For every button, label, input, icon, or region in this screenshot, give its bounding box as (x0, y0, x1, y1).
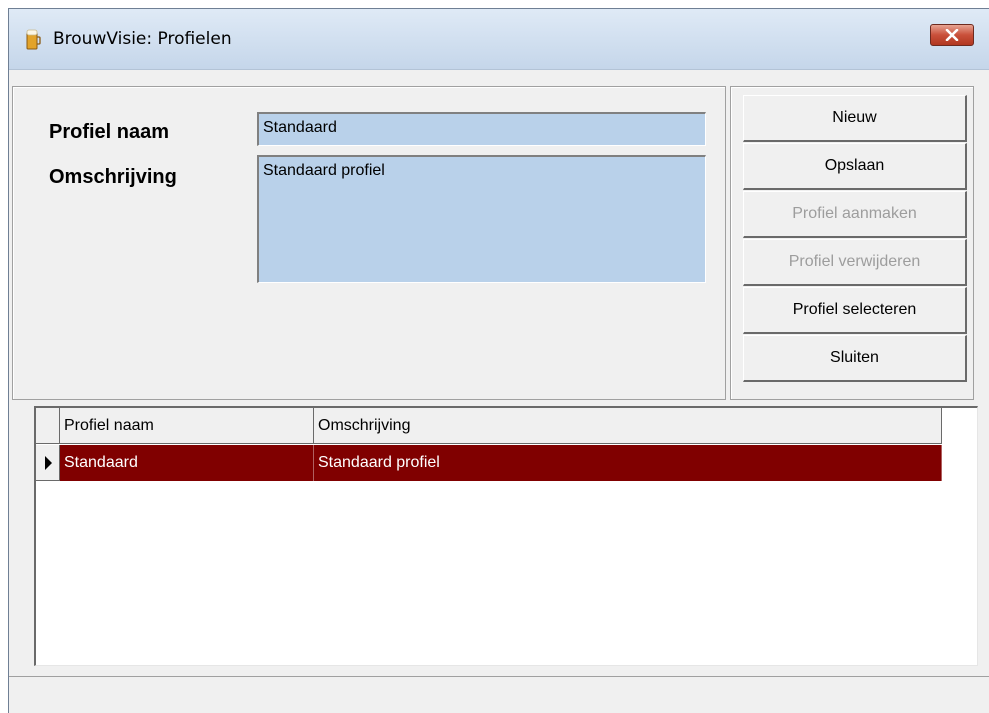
status-bar (9, 676, 989, 713)
title-bar[interactable]: BrouwVisie: Profielen (9, 9, 989, 70)
current-row-arrow-icon (45, 456, 52, 470)
profiles-grid[interactable]: Profiel naam Omschrijving Standaard Stan… (34, 406, 978, 666)
delete-profile-button-label: Profiel verwijderen (788, 253, 921, 270)
save-button[interactable]: Opslaan (743, 143, 967, 190)
description-label: Omschrijving (49, 166, 177, 188)
column-header-profile-name[interactable]: Profiel naam (60, 408, 314, 444)
profile-name-field[interactable]: Standaard (257, 112, 706, 146)
cell-description[interactable]: Standaard profiel (314, 445, 942, 481)
close-window-button[interactable] (930, 24, 974, 46)
select-profile-button-label: Profiel selecteren (792, 301, 917, 318)
profile-details-panel: Profiel naam Standaard Omschrijving Stan… (12, 86, 726, 400)
save-button-label: Opslaan (824, 157, 885, 174)
profielen-window: BrouwVisie: Profielen Profiel naam Stand… (8, 8, 989, 713)
cell-profile-name[interactable]: Standaard (60, 445, 314, 481)
description-field[interactable]: Standaard profiel (257, 155, 706, 283)
beer-glass-icon (26, 29, 41, 50)
actions-panel: Nieuw Opslaan Profiel aanmaken Profiel v… (730, 86, 974, 400)
indicator-header (36, 408, 60, 444)
window-title: BrouwVisie: Profielen (53, 29, 232, 49)
new-button[interactable]: Nieuw (743, 95, 967, 142)
close-button-label: Sluiten (830, 349, 879, 366)
close-icon (945, 29, 959, 41)
create-profile-button[interactable]: Profiel aanmaken (743, 191, 967, 238)
select-profile-button[interactable]: Profiel selecteren (743, 287, 967, 334)
column-header-description[interactable]: Omschrijving (314, 408, 942, 444)
row-indicator (36, 445, 60, 481)
profile-name-label: Profiel naam (49, 121, 170, 143)
delete-profile-button[interactable]: Profiel verwijderen (743, 239, 967, 286)
create-profile-button-label: Profiel aanmaken (792, 205, 917, 222)
close-button[interactable]: Sluiten (743, 335, 967, 382)
new-button-label: Nieuw (832, 109, 877, 126)
